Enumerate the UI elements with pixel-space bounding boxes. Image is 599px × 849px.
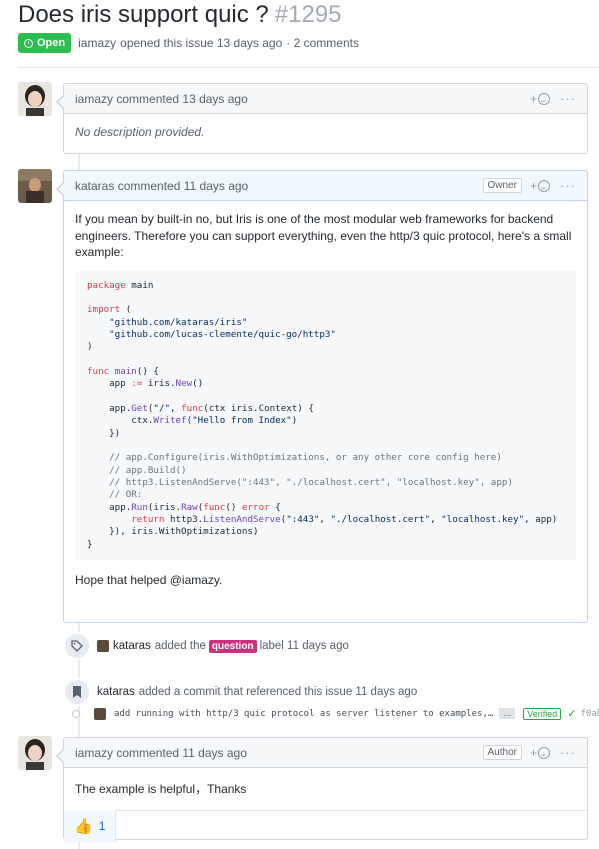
comment-1-header: iamazy commented 13 days ago + ··· (64, 84, 587, 114)
more-options-button[interactable]: ··· (560, 745, 576, 760)
comment-time[interactable]: commented 11 days ago (118, 179, 249, 193)
event-actor[interactable]: kataras (113, 640, 151, 652)
owner-badge: Owner (482, 178, 522, 193)
thumbs-up-icon: 👍 (74, 818, 93, 835)
smiley-icon (538, 746, 550, 759)
commit-sha[interactable]: f0ab69d (581, 709, 599, 719)
comment-3: iamazy commented 11 days ago Author + ··… (56, 737, 588, 842)
comments-count: · 2 comments (286, 36, 359, 50)
expand-commit-button[interactable]: … (499, 708, 516, 719)
issue-meta: Open iamazy opened this issue 13 days ag… (18, 33, 359, 53)
avatar-kataras[interactable] (18, 169, 52, 203)
label-event: kataras added the question label 11 days… (63, 632, 349, 660)
thumbs-up-reaction[interactable]: 👍 1 (64, 810, 117, 842)
state-badge: Open (18, 33, 72, 53)
smiley-icon (538, 92, 550, 105)
commit-message[interactable]: add running with http/3 quic protocol as… (114, 709, 493, 719)
state-label: Open (37, 37, 66, 49)
issue-number: #1295 (274, 1, 342, 28)
comment-time[interactable]: commented 13 days ago (116, 92, 247, 106)
commit-row: add running with http/3 quic protocol as… (72, 707, 599, 720)
comment-author[interactable]: iamazy (75, 92, 113, 106)
reaction-count: 1 (98, 819, 106, 833)
issue-title: Does iris support quic ? #1295 (18, 1, 342, 29)
bookmark-icon (63, 678, 91, 706)
avatar-iamazy[interactable] (18, 736, 52, 770)
comment-1-body: No description provided. (75, 125, 205, 139)
event-text-after: label 11 days ago (259, 640, 349, 652)
question-label[interactable]: question (208, 639, 257, 653)
add-reaction-button[interactable]: + (530, 746, 550, 760)
comment-2-intro: If you mean by built-in no, but Iris is … (75, 212, 572, 259)
check-icon: ✓ (567, 708, 577, 720)
comment-1: iamazy commented 13 days ago + ··· No de… (56, 83, 588, 154)
commit-icon (72, 709, 80, 718)
comment-3-body: The example is helpful，Thanks (75, 782, 247, 796)
comment-3-header: iamazy commented 11 days ago Author + ··… (64, 738, 587, 768)
reference-event: kataras added a commit that referenced t… (63, 678, 417, 706)
event-actor[interactable]: kataras (97, 686, 135, 698)
commit-avatar[interactable] (94, 707, 106, 720)
comment-2-header: kataras commented 11 days ago Owner + ··… (64, 171, 587, 201)
comment-time[interactable]: commented 11 days ago (116, 746, 247, 760)
more-options-button[interactable]: ··· (560, 91, 576, 106)
event-text: added a commit that referenced this issu… (138, 686, 418, 698)
comment-2-outro: Hope that helped @iamazy. (75, 573, 223, 588)
comment-2: kataras commented 11 days ago Owner + ··… (56, 170, 588, 623)
header-divider (18, 67, 599, 68)
issue-title-text: Does iris support quic ? (18, 1, 269, 28)
avatar-iamazy[interactable] (18, 82, 52, 116)
verified-badge[interactable]: Verified (523, 707, 562, 720)
author-badge: Author (482, 745, 522, 760)
comment-author[interactable]: kataras (75, 179, 114, 193)
tag-icon (63, 632, 91, 660)
actor-avatar[interactable] (97, 640, 109, 652)
more-options-button[interactable]: ··· (560, 178, 576, 193)
issue-opened-icon (24, 38, 33, 48)
code-block: package main import ( "github.com/katara… (75, 270, 576, 561)
opener-link[interactable]: iamazy (78, 36, 116, 50)
opened-text: opened this issue 13 days ago (120, 36, 283, 50)
event-text: added the (154, 640, 206, 652)
smiley-icon (538, 179, 550, 192)
comment-author[interactable]: iamazy (75, 746, 113, 760)
add-reaction-button[interactable]: + (530, 179, 550, 193)
reactions-bar: 👍 1 (64, 809, 587, 842)
comment-2-body: If you mean by built-in no, but Iris is … (64, 201, 587, 599)
add-reaction-button[interactable]: + (530, 92, 550, 106)
